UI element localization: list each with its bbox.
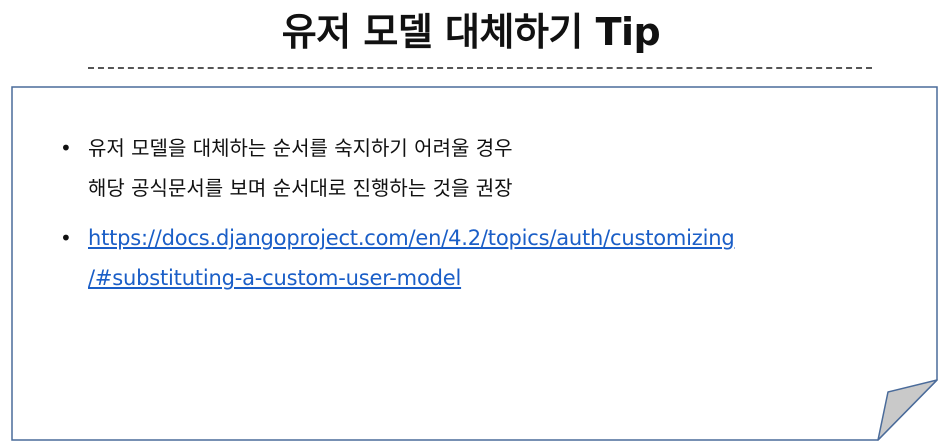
doc-link-line-2[interactable]: /#substituting-a-custom-user-model [88,258,898,298]
bullet-dot: • [60,136,72,160]
advice-line-2: 해당 공식문서를 보며 순서대로 진행하는 것을 권장 [88,176,513,200]
bullet-dot: • [60,226,72,250]
bullet-item-advice: • 유저 모델을 대체하는 순서를 숙지하기 어려울 경우 해당 공식문서를 보… [58,128,898,208]
doc-link-line-1[interactable]: https://docs.djangoproject.com/en/4.2/to… [88,218,898,258]
django-docs-link[interactable]: https://docs.djangoproject.com/en/4.2/to… [88,218,898,298]
note-body: • 유저 모델을 대체하는 순서를 숙지하기 어려울 경우 해당 공식문서를 보… [58,128,898,308]
advice-line-1: 유저 모델을 대체하는 순서를 숙지하기 어려울 경우 [88,136,513,160]
bullet-item-doc-link: • https://docs.djangoproject.com/en/4.2/… [58,218,898,298]
